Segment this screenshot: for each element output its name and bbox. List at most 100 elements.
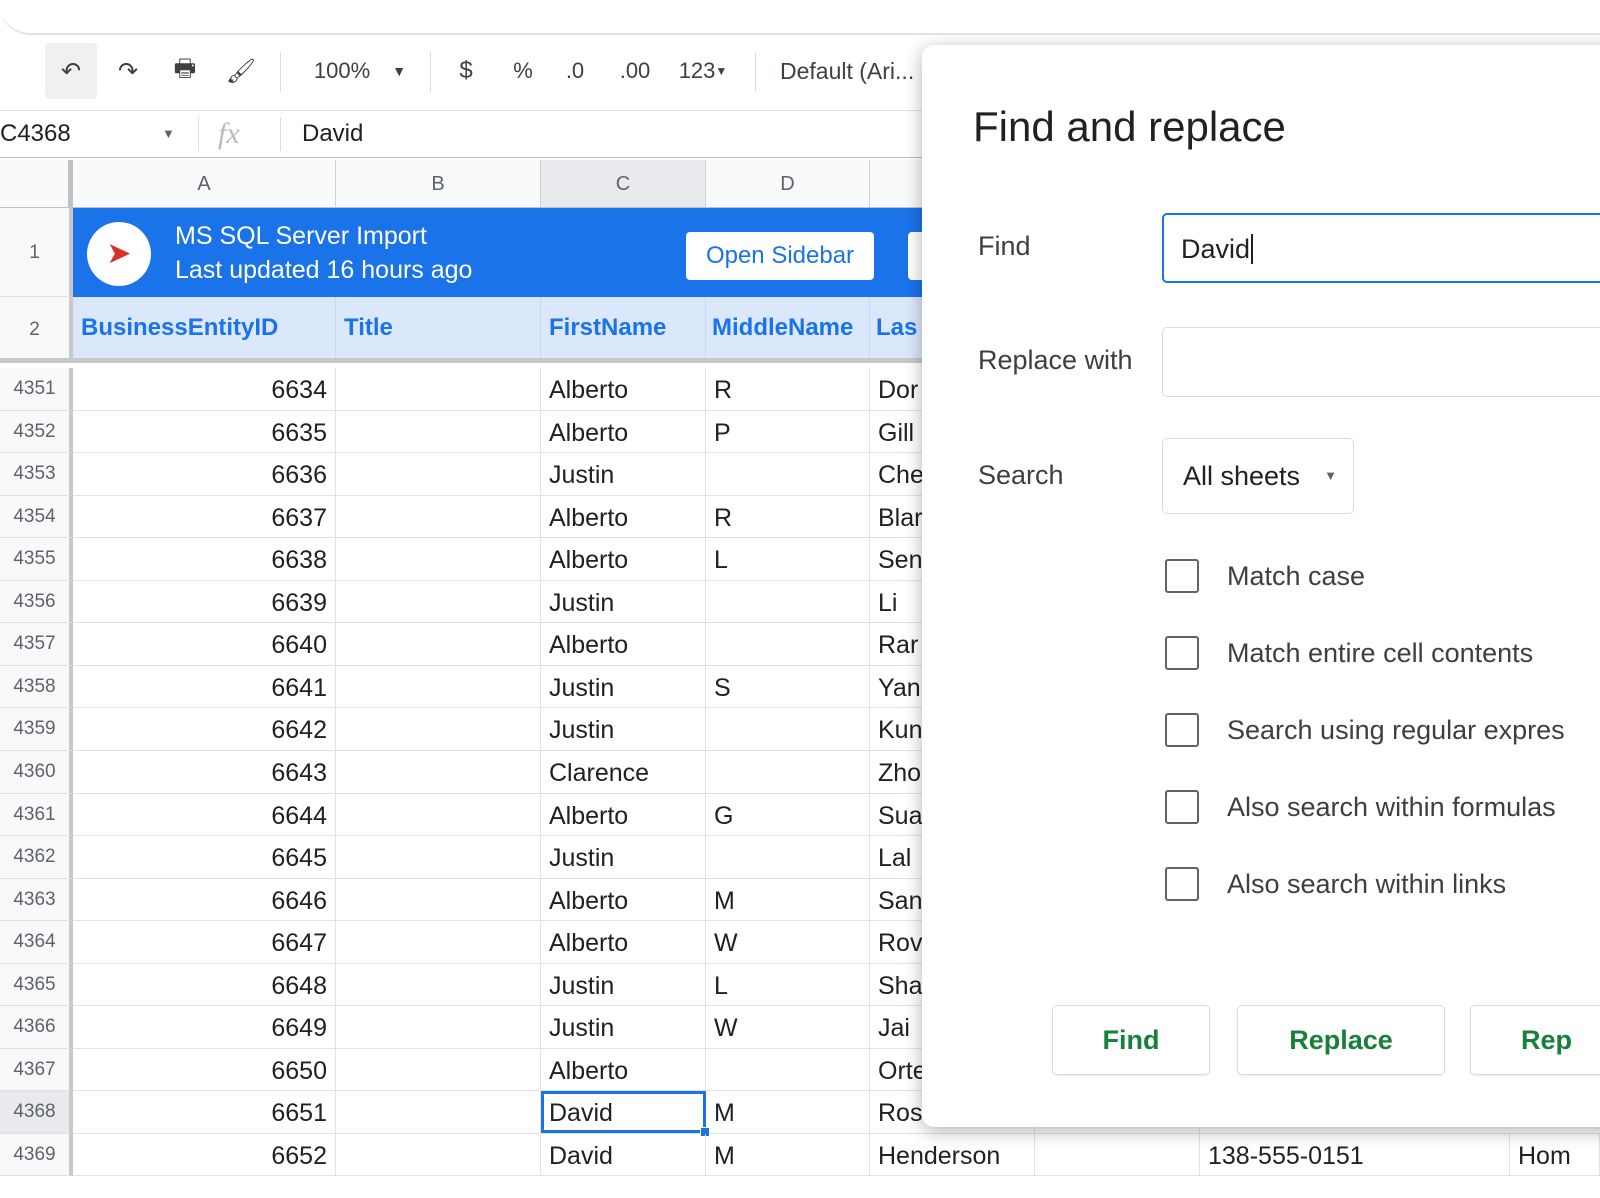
cell-first-name[interactable]: Alberto — [541, 878, 706, 921]
cell-middle-name[interactable]: L — [706, 963, 870, 1006]
cell-first-name[interactable]: Clarence — [541, 750, 706, 793]
row-header[interactable]: 4356 — [0, 580, 73, 624]
undo-icon[interactable]: ↶ — [45, 43, 97, 99]
cell-title[interactable] — [336, 750, 541, 793]
more-formats-button[interactable]: 123 ▼ — [668, 40, 738, 102]
cell-title[interactable] — [336, 963, 541, 1006]
row-header[interactable]: 2 — [0, 297, 73, 363]
cell-first-name[interactable]: Alberto — [541, 1048, 706, 1091]
cell-middle-name[interactable] — [706, 750, 870, 793]
cell-first-name[interactable]: Justin — [541, 665, 706, 708]
header-cell[interactable]: MiddleName — [706, 297, 870, 358]
cell-first-name[interactable]: Justin — [541, 836, 706, 879]
column-header-d[interactable]: D — [706, 160, 870, 208]
cell-first-name[interactable]: David — [541, 1091, 706, 1134]
row-header[interactable]: 4365 — [0, 963, 73, 1007]
row-header[interactable]: 4352 — [0, 410, 73, 454]
cell-first-name[interactable]: Alberto — [541, 793, 706, 836]
row-header[interactable]: 4351 — [0, 368, 73, 411]
cell-first-name[interactable]: Alberto — [541, 623, 706, 666]
cell-business-entity-id[interactable]: 6647 — [73, 921, 336, 964]
row-header[interactable]: 4355 — [0, 538, 73, 581]
cell-business-entity-id[interactable]: 6648 — [73, 963, 336, 1006]
paint-format-icon[interactable]: 🖌 — [218, 40, 264, 102]
open-sidebar-button[interactable]: Open Sidebar — [686, 232, 874, 280]
cell-title[interactable] — [336, 793, 541, 836]
cell-suffix[interactable] — [1035, 1133, 1200, 1176]
header-cell[interactable]: FirstName — [541, 297, 706, 358]
zoom-select[interactable]: 100% ▼ — [300, 40, 420, 102]
cell-title[interactable] — [336, 623, 541, 666]
column-header-a[interactable]: A — [73, 160, 336, 208]
currency-format-button[interactable]: $ — [450, 40, 482, 102]
cell-business-entity-id[interactable]: 6649 — [73, 1006, 336, 1049]
column-header-b[interactable]: B — [336, 160, 541, 208]
row-header[interactable]: 4358 — [0, 665, 73, 709]
cell-middle-name[interactable]: W — [706, 921, 870, 964]
cell-first-name[interactable]: Alberto — [541, 538, 706, 581]
row-header[interactable]: 4369 — [0, 1133, 73, 1177]
cell-middle-name[interactable] — [706, 453, 870, 496]
header-cell[interactable]: BusinessEntityID — [73, 297, 336, 358]
row-header[interactable]: 4357 — [0, 623, 73, 666]
cell-phone-type[interactable]: Hom — [1510, 1133, 1600, 1176]
cell-title[interactable] — [336, 1048, 541, 1091]
replace-input[interactable] — [1162, 327, 1600, 397]
redo-icon[interactable]: ↷ — [105, 40, 151, 102]
cell-middle-name[interactable]: R — [706, 368, 870, 410]
row-header[interactable]: 4362 — [0, 836, 73, 879]
match-entire-cell-checkbox[interactable] — [1165, 636, 1199, 670]
row-header[interactable]: 4354 — [0, 495, 73, 539]
cell-business-entity-id[interactable]: 6639 — [73, 580, 336, 623]
cell-business-entity-id[interactable]: 6640 — [73, 623, 336, 666]
cell-middle-name[interactable]: M — [706, 1133, 870, 1176]
cell-business-entity-id[interactable]: 6637 — [73, 495, 336, 538]
header-cell[interactable]: Title — [336, 297, 541, 358]
cell-middle-name[interactable]: G — [706, 793, 870, 836]
cell-title[interactable] — [336, 495, 541, 538]
cell-middle-name[interactable]: L — [706, 538, 870, 581]
cell-title[interactable] — [336, 1091, 541, 1134]
cell-title[interactable] — [336, 665, 541, 708]
row-header[interactable]: 4361 — [0, 793, 73, 837]
search-formulas-checkbox[interactable] — [1165, 790, 1199, 824]
cell-first-name[interactable]: Alberto — [541, 495, 706, 538]
cell-title[interactable] — [336, 538, 541, 581]
cell-title[interactable] — [336, 878, 541, 921]
cell-middle-name[interactable]: M — [706, 878, 870, 921]
name-box[interactable]: C4368 ▼ — [0, 111, 190, 157]
cell-business-entity-id[interactable]: 6646 — [73, 878, 336, 921]
cell-middle-name[interactable]: R — [706, 495, 870, 538]
select-all-corner[interactable] — [0, 160, 73, 208]
cell-title[interactable] — [336, 1006, 541, 1049]
cell-first-name[interactable]: Justin — [541, 963, 706, 1006]
decrease-decimal-button[interactable]: .0 — [555, 40, 595, 102]
cell-business-entity-id[interactable]: 6634 — [73, 368, 336, 410]
cell-first-name[interactable]: Alberto — [541, 368, 706, 410]
cell-business-entity-id[interactable]: 6636 — [73, 453, 336, 496]
font-select[interactable]: Default (Ari... — [780, 40, 930, 102]
cell-first-name[interactable]: Justin — [541, 708, 706, 751]
row-header[interactable]: 4366 — [0, 1006, 73, 1049]
find-button[interactable]: Find — [1052, 1005, 1210, 1075]
cell-middle-name[interactable]: S — [706, 665, 870, 708]
cell-title[interactable] — [336, 921, 541, 964]
cell-title[interactable] — [336, 1133, 541, 1176]
replace-all-button[interactable]: Rep — [1470, 1005, 1600, 1075]
cell-business-entity-id[interactable]: 6651 — [73, 1091, 336, 1134]
cell-title[interactable] — [336, 708, 541, 751]
cell-business-entity-id[interactable]: 6644 — [73, 793, 336, 836]
cell-first-name[interactable]: Alberto — [541, 921, 706, 964]
cell-first-name[interactable]: Justin — [541, 1006, 706, 1049]
row-header[interactable]: 4367 — [0, 1048, 73, 1092]
increase-decimal-button[interactable]: .00 — [612, 40, 658, 102]
regex-checkbox[interactable] — [1165, 713, 1199, 747]
cell-business-entity-id[interactable]: 6643 — [73, 750, 336, 793]
cell-middle-name[interactable] — [706, 708, 870, 751]
row-header[interactable]: 4364 — [0, 921, 73, 964]
cell-middle-name[interactable]: W — [706, 1006, 870, 1049]
cell-first-name[interactable]: Justin — [541, 580, 706, 623]
cell-last-name[interactable]: Henderson — [870, 1133, 1035, 1176]
cell-first-name[interactable]: Alberto — [541, 410, 706, 453]
cell-first-name[interactable]: Justin — [541, 453, 706, 496]
